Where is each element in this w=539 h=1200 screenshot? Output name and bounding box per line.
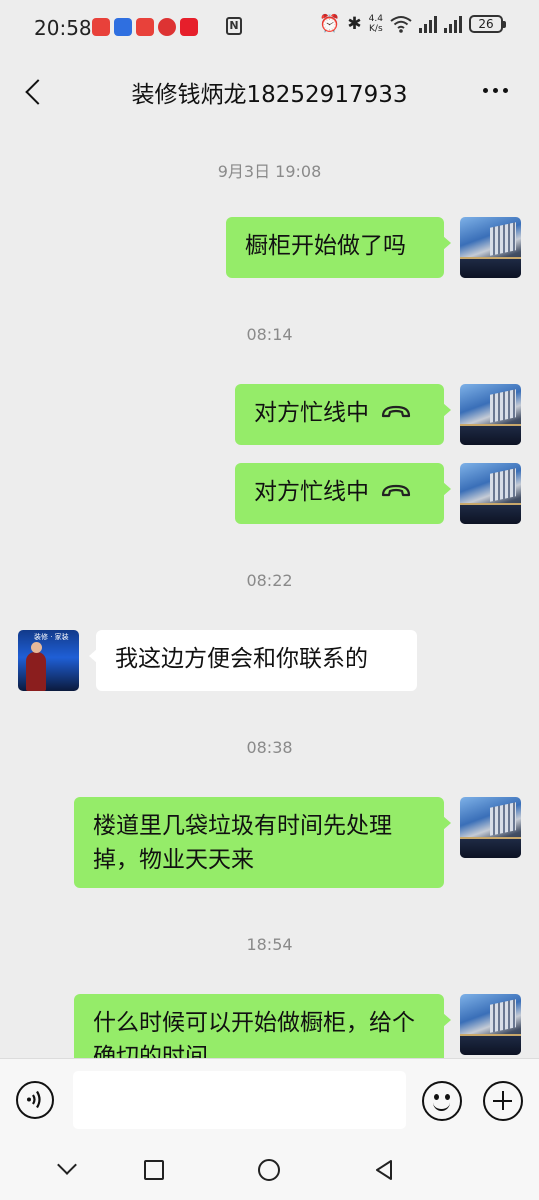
my-avatar[interactable] (460, 994, 521, 1055)
contact-avatar[interactable]: 装修 · 家装 (18, 630, 79, 691)
more-functions-button[interactable] (483, 1081, 523, 1121)
status-icons: ⏰ ✱ 4.4 K/s 26 (319, 14, 506, 34)
emoji-button[interactable] (422, 1081, 462, 1121)
message-text-input[interactable] (73, 1071, 406, 1129)
wifi-icon (390, 16, 412, 33)
nfc-icon: N (226, 17, 242, 35)
status-time: 20:58 (34, 16, 92, 40)
my-avatar[interactable] (460, 797, 521, 858)
phone-hangup-icon (381, 405, 411, 417)
call-status-text: 对方忙线中 (254, 479, 369, 505)
call-record-bubble[interactable]: 对方忙线中 (235, 384, 451, 445)
my-avatar[interactable] (460, 463, 521, 524)
phone-hangup-icon (381, 484, 411, 496)
nav-recents-icon[interactable] (144, 1160, 164, 1180)
notification-app-icon (136, 18, 154, 36)
message-timestamp: 08:14 (246, 325, 293, 344)
call-status-text: 对方忙线中 (254, 400, 369, 426)
more-options-button[interactable] (483, 78, 513, 102)
chat-header: 装修钱炳龙18252917933 (0, 56, 539, 126)
network-speed: 4.4 K/s (369, 14, 383, 34)
my-avatar[interactable] (460, 384, 521, 445)
more-dots-icon (483, 87, 488, 93)
message-text: 我这边方便会和你联系的 (115, 646, 368, 672)
notification-app-icon (180, 18, 198, 36)
message-bubble-received[interactable]: 我这边方便会和你联系的 (89, 630, 417, 691)
battery-level: 26 (478, 17, 494, 31)
avatar-person (26, 642, 46, 691)
my-avatar[interactable] (460, 217, 521, 278)
signal-icon (444, 15, 462, 33)
chat-title: 装修钱炳龙18252917933 (131, 82, 408, 108)
message-text: 楼道里几袋垃圾有时间先处理掉，物业天天来 (93, 813, 392, 873)
emoji-icon (433, 1099, 450, 1111)
message-input-bar (0, 1058, 539, 1145)
notification-app-icon (114, 18, 132, 36)
nav-home-icon[interactable] (258, 1159, 280, 1181)
battery-icon: 26 (469, 15, 506, 33)
message-bubble-sent[interactable]: 橱柜开始做了吗 (226, 217, 451, 278)
call-record-bubble[interactable]: 对方忙线中 (235, 463, 451, 524)
network-speed-value: 4.4 K/s (368, 14, 383, 34)
message-text: 橱柜开始做了吗 (245, 233, 406, 259)
bluetooth-icon: ✱ (347, 14, 362, 34)
notification-app-icon (92, 18, 110, 36)
notification-icons (92, 18, 198, 36)
system-nav-bar (0, 1144, 539, 1200)
alarm-icon: ⏰ (319, 14, 341, 34)
message-timestamp: 08:22 (246, 571, 293, 590)
avatar-caption: 装修 · 家装 (34, 633, 69, 641)
message-timestamp: 18:54 (246, 935, 293, 954)
voice-icon (27, 1090, 41, 1109)
signal-icon (419, 15, 437, 33)
nav-down-icon[interactable] (57, 1155, 77, 1175)
message-bubble-sent[interactable]: 楼道里几袋垃圾有时间先处理掉，物业天天来 (74, 797, 451, 888)
nav-back-icon[interactable] (372, 1158, 396, 1182)
voice-input-button[interactable] (16, 1081, 54, 1119)
notification-app-icon (158, 18, 176, 36)
message-timestamp: 08:38 (246, 738, 293, 757)
message-timestamp: 9月3日 19:08 (217, 162, 322, 181)
status-bar: 20:58 N ⏰ ✱ 4.4 K/s 26 (0, 0, 539, 56)
